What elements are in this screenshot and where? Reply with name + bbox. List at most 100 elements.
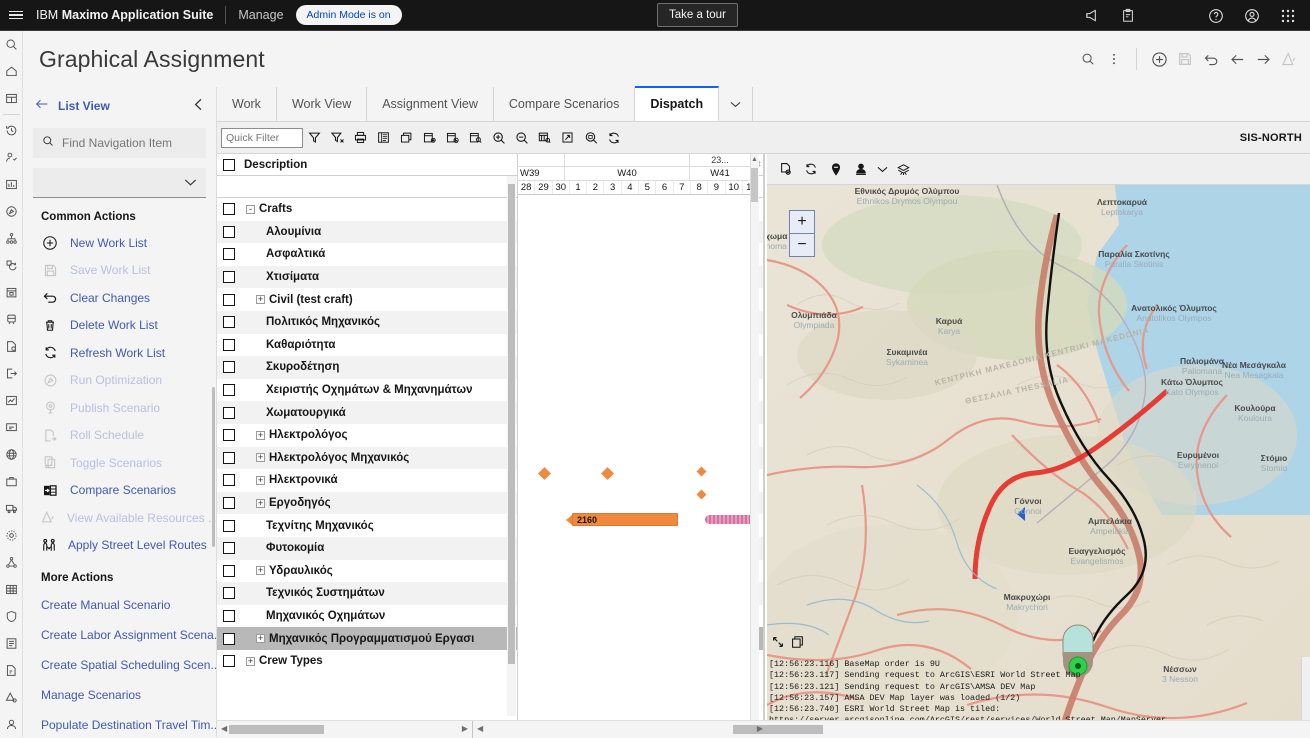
gantt-milestone-diamond[interactable] <box>697 490 707 500</box>
row-checkbox[interactable] <box>217 610 241 622</box>
row-checkbox[interactable] <box>217 633 241 645</box>
action-refresh-work-list[interactable]: Refresh Work List <box>23 339 216 367</box>
print-icon[interactable] <box>349 125 372 151</box>
zoom-out-icon[interactable] <box>510 125 533 151</box>
add-event-icon[interactable] <box>418 125 441 151</box>
user-icon[interactable] <box>0 711 23 737</box>
tab-work-view[interactable]: Work View <box>277 87 367 121</box>
expand-node-icon[interactable]: + <box>256 476 265 485</box>
tab-dispatch[interactable]: Dispatch <box>635 86 719 121</box>
scroll-left-icon[interactable]: ◀ <box>221 724 227 733</box>
previous-icon[interactable] <box>1224 31 1250 87</box>
zoom-selection-icon[interactable] <box>579 125 602 151</box>
scroll-right-icon[interactable]: ▶ <box>757 724 763 733</box>
gantt-table-hscroll[interactable]: ◀ ▶ <box>217 721 472 738</box>
action-roll-schedule[interactable]: Roll Schedule <box>23 422 216 450</box>
truck-icon[interactable] <box>0 495 23 522</box>
chevron-down-icon[interactable] <box>873 156 891 182</box>
duplicate-icon[interactable] <box>395 125 418 151</box>
row-checkbox[interactable] <box>217 361 241 373</box>
clear-filter-icon[interactable] <box>326 125 349 151</box>
row-checkbox[interactable] <box>217 203 241 215</box>
refresh-icon[interactable] <box>602 125 625 151</box>
row-checkbox[interactable] <box>217 384 241 396</box>
announcement-icon[interactable] <box>1074 0 1110 31</box>
expand-icon[interactable] <box>556 125 579 151</box>
gantt-table-hscroll-thumb[interactable] <box>229 725 324 734</box>
train-icon[interactable] <box>0 306 23 333</box>
gantt-chart-vscroll-thumb[interactable] <box>751 168 758 202</box>
message-icon[interactable] <box>0 414 23 441</box>
legend-icon[interactable] <box>372 125 395 151</box>
map-document-icon[interactable] <box>773 156 798 182</box>
map-zoom-control[interactable]: + − <box>789 210 815 257</box>
user-avatar-icon[interactable] <box>1234 0 1270 31</box>
rocket-icon[interactable] <box>0 198 23 225</box>
action-publish-scenario[interactable]: Publish Scenario <box>23 394 216 422</box>
tab-assignment-view[interactable]: Assignment View <box>367 87 494 121</box>
scroll-up-icon[interactable]: ▲ <box>751 156 758 163</box>
save-icon[interactable] <box>1172 31 1198 87</box>
gantt-chart-hscroll[interactable]: ◀ ▶ <box>472 721 767 738</box>
action-compare-scenarios[interactable]: Compare Scenarios <box>23 477 216 505</box>
find-event-icon[interactable] <box>464 125 487 151</box>
row-checkbox[interactable] <box>217 271 241 283</box>
gantt-chart-vscroll-track[interactable]: ▲ <box>750 154 759 737</box>
line-chart-icon[interactable] <box>0 387 23 414</box>
row-checkbox[interactable] <box>217 497 241 509</box>
more-action-create-labor-assignment-scenario[interactable]: Create Labor Assignment Scena... <box>23 620 216 650</box>
quick-filter-input[interactable]: Quick Filter <box>221 128 303 148</box>
row-checkbox[interactable] <box>217 339 241 351</box>
add-icon[interactable] <box>1146 31 1172 87</box>
zoom-out-button[interactable]: − <box>790 234 814 256</box>
more-action-populate-destination-travel-time[interactable]: Populate Destination Travel Tim... <box>23 710 216 737</box>
tab-compare-scenarios[interactable]: Compare Scenarios <box>494 87 635 121</box>
action-new-work-list[interactable]: New Work List <box>23 229 216 257</box>
settings-icon[interactable] <box>0 522 23 549</box>
more-action-create-manual-scenario[interactable]: Create Manual Scenario <box>23 590 216 620</box>
select-all-checkbox[interactable] <box>217 154 241 175</box>
row-checkbox[interactable] <box>217 248 241 260</box>
action-delete-work-list[interactable]: Delete Work List <box>23 312 216 340</box>
row-checkbox[interactable] <box>217 565 241 577</box>
row-checkbox[interactable] <box>217 226 241 238</box>
map-view[interactable]: 1 + − Εθνικός Δρυμός ΟλύμπουEthnikos Dry… <box>767 185 1310 737</box>
scroll-left-icon[interactable]: ◀ <box>477 724 483 733</box>
history-icon[interactable] <box>0 117 23 144</box>
warning-icon[interactable] <box>1276 31 1302 87</box>
row-checkbox[interactable] <box>217 294 241 306</box>
fit-schedule-icon[interactable] <box>533 125 556 151</box>
next-icon[interactable] <box>1250 31 1276 87</box>
chart-bar-icon[interactable] <box>0 171 23 198</box>
cancel-event-icon[interactable] <box>441 125 464 151</box>
row-checkbox[interactable] <box>217 655 241 667</box>
map-pin-icon[interactable] <box>823 156 848 182</box>
chevron-down-icon[interactable] <box>719 87 753 121</box>
globe-icon[interactable] <box>0 441 23 468</box>
expand-node-icon[interactable]: + <box>256 499 265 508</box>
layers-icon[interactable] <box>891 156 916 182</box>
copy-icon[interactable] <box>791 635 805 654</box>
gantt-milestone-diamond[interactable] <box>697 467 707 477</box>
toolbox-icon[interactable] <box>0 468 23 495</box>
expand-node-icon[interactable]: + <box>256 295 265 304</box>
filter-icon[interactable] <box>303 125 326 151</box>
undo-icon[interactable] <box>1198 31 1224 87</box>
row-checkbox[interactable] <box>217 316 241 328</box>
action-apply-street-level-routes[interactable]: Apply Street Level Routes <box>23 532 216 560</box>
expand-node-icon[interactable]: + <box>256 634 265 643</box>
grid-icon[interactable] <box>0 576 23 603</box>
collapse-node-icon[interactable]: - <box>246 205 255 214</box>
expand-node-icon[interactable]: + <box>256 453 265 462</box>
clipboard-icon[interactable] <box>1110 0 1146 31</box>
scroll-right-icon[interactable]: ▶ <box>462 724 468 733</box>
find-navigation-item-search[interactable]: Find Navigation Item <box>33 128 206 158</box>
zoom-in-icon[interactable] <box>487 125 510 151</box>
refresh-icon[interactable] <box>798 156 823 182</box>
calendar-lock-icon[interactable] <box>0 279 23 306</box>
dashboard-icon[interactable] <box>0 85 23 112</box>
action-toggle-scenarios[interactable]: Toggle Scenarios <box>23 449 216 477</box>
expand-node-icon[interactable]: + <box>256 431 265 440</box>
hierarchy-icon[interactable] <box>0 225 23 252</box>
hamburger-menu-icon[interactable] <box>0 0 32 31</box>
